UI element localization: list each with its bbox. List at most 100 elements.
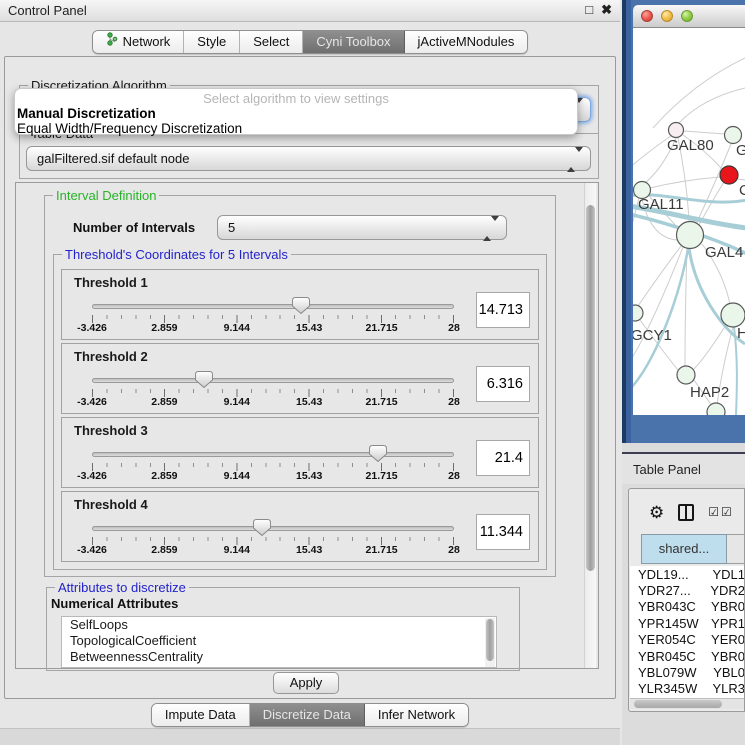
node-label: GAL11 <box>638 196 684 213</box>
table-row[interactable]: YDR27...YDR2 <box>630 582 745 598</box>
interval-definition-group: Interval Definition Number of Intervals … <box>44 195 556 577</box>
table-header: shared... na <box>641 534 745 564</box>
tab-network[interactable]: Network <box>93 31 185 53</box>
node-partial-bottom[interactable] <box>707 403 725 415</box>
attributes-group-title: Attributes to discretize <box>55 580 189 595</box>
network-canvas[interactable]: GAL80 GA C GAL11 GAL4 GCY1 H HAP2 <box>633 28 745 415</box>
threshold-2-panel: Threshold 2 -3.426 2.859 9.144 15.43 21.… <box>61 343 539 414</box>
top-tab-bar: Network Style Select Cyni Toolbox jActiv… <box>0 30 620 54</box>
network-window-titlebar[interactable] <box>633 5 745 28</box>
table-panel-title: Table Panel <box>633 462 701 477</box>
panel-title: Control Panel <box>8 3 87 18</box>
right-panel: GAL80 GA C GAL11 GAL4 GCY1 H HAP2 Table … <box>622 0 745 745</box>
tab-style[interactable]: Style <box>184 31 240 53</box>
control-panel: Control Panel □ ✖ Network Style Select <box>0 0 620 745</box>
node-selected-red[interactable] <box>720 166 738 184</box>
list-item[interactable]: SelfLoops <box>62 617 496 633</box>
numerical-attributes-list[interactable]: SelfLoops TopologicalCoefficient Between… <box>61 616 497 668</box>
threshold-2-slider[interactable]: -3.426 2.859 9.144 15.43 21.715 28 <box>92 378 454 410</box>
threshold-4-panel: Threshold 4 -3.426 2.859 9.144 15.43 21.… <box>61 491 539 562</box>
table-row[interactable]: YPR145WYPR1 <box>630 615 745 631</box>
interval-group-title: Interval Definition <box>53 188 159 203</box>
minimize-traffic-light-icon[interactable] <box>661 10 673 22</box>
bottom-tab-bar: Impute Data Discretize Data Infer Networ… <box>0 703 620 727</box>
tab-select[interactable]: Select <box>240 31 303 53</box>
table-row[interactable]: YLR345WYLR3 <box>630 681 745 697</box>
node-label: GA <box>736 142 745 159</box>
node-gal80[interactable] <box>669 123 684 138</box>
list-scrollbar-thumb[interactable] <box>486 619 494 661</box>
node-label: HAP2 <box>690 384 729 401</box>
thresholds-group: Threshold's Coordinates for 5 Intervals … <box>53 254 547 570</box>
table-data-combobox[interactable]: galFiltered.sif default node <box>26 146 591 171</box>
dropdown-option-equal-width[interactable]: Equal Width/Frequency Discretization <box>15 121 577 136</box>
tab-impute-data[interactable]: Impute Data <box>152 704 250 726</box>
node-label: GAL4 <box>705 244 743 261</box>
list-item[interactable]: TopologicalCoefficient <box>62 633 496 649</box>
threshold-4-slider[interactable]: -3.426 2.859 9.144 15.43 21.715 28 <box>92 526 454 558</box>
node-label: C <box>739 182 745 199</box>
num-intervals-label: Number of Intervals <box>73 220 195 235</box>
threshold-2-label: Threshold 2 <box>74 349 148 364</box>
slider-thumb[interactable] <box>195 371 213 388</box>
table-row[interactable]: YBR045CYBR0 <box>630 648 745 664</box>
select-columns-checkboxes-icon[interactable]: ☑☑ <box>708 505 734 519</box>
threshold-4-value-field[interactable]: 11.344 <box>476 514 530 550</box>
table-data-selected: galFiltered.sif default node <box>37 151 189 166</box>
tab-infer-network[interactable]: Infer Network <box>365 704 468 726</box>
apply-button[interactable]: Apply <box>273 672 339 694</box>
vertical-scrollbar[interactable] <box>584 183 596 668</box>
panel-footer <box>0 728 620 745</box>
num-intervals-value: 5 <box>228 220 235 235</box>
node-hap2[interactable] <box>677 366 695 384</box>
horizontal-scrollbar-thumb[interactable] <box>634 700 722 708</box>
tab-discretize-data[interactable]: Discretize Data <box>250 704 365 726</box>
close-traffic-light-icon[interactable] <box>641 10 653 22</box>
column-header-name[interactable]: na <box>727 534 745 564</box>
list-scrollbar[interactable] <box>485 618 495 668</box>
table-row[interactable]: YER054CYER0 <box>630 632 745 648</box>
close-window-icon[interactable]: ✖ <box>601 2 612 18</box>
table-panel-body: ⚙ ☑☑ shared... na YDL19...YDL1 YDR27...Y… <box>628 488 745 712</box>
vertical-scrollbar-thumb[interactable] <box>586 205 595 571</box>
table-row[interactable]: YBR043CYBR0 <box>630 599 745 615</box>
table-row[interactable]: YDL19...YDL1 <box>630 566 745 582</box>
float-window-icon[interactable]: □ <box>585 2 593 18</box>
node-gal4[interactable] <box>677 222 704 249</box>
network-icon <box>106 31 118 53</box>
list-item[interactable]: BetweennessCentrality <box>62 649 496 665</box>
numerical-attributes-label: Numerical Attributes <box>51 596 178 611</box>
tab-cyni-toolbox[interactable]: Cyni Toolbox <box>303 31 404 53</box>
num-intervals-combobox[interactable]: 5 <box>217 215 507 240</box>
column-header-shared-name[interactable]: shared... <box>641 534 727 564</box>
threshold-1-label: Threshold 1 <box>74 275 148 290</box>
network-view-window: GAL80 GA C GAL11 GAL4 GCY1 H HAP2 <box>622 0 745 443</box>
threshold-3-label: Threshold 3 <box>74 423 148 438</box>
threshold-1-slider[interactable]: -3.426 2.859 9.144 15.43 21.715 28 <box>92 304 454 336</box>
threshold-3-panel: Threshold 3 -3.426 2.859 9.144 15.43 21.… <box>61 417 539 488</box>
column-layout-icon[interactable] <box>678 504 694 521</box>
node-label: GCY1 <box>633 327 672 344</box>
gear-icon[interactable]: ⚙ <box>649 504 664 521</box>
table-row[interactable]: YBL079WYBL0 <box>630 664 745 680</box>
threshold-1-value-field[interactable]: 14.713 <box>476 292 530 328</box>
settings-scrollpane: Interval Definition Number of Intervals … <box>15 182 599 669</box>
slider-thumb[interactable] <box>292 297 310 314</box>
node-gcy1[interactable] <box>633 305 643 321</box>
algorithm-dropdown-popup: Select algorithm to view settings Manual… <box>14 88 578 135</box>
tab-jactivemnodules[interactable]: jActiveMNodules <box>405 31 528 53</box>
control-panel-titlebar: Control Panel □ ✖ <box>0 0 620 22</box>
slider-thumb[interactable] <box>369 445 387 462</box>
zoom-traffic-light-icon[interactable] <box>681 10 693 22</box>
dropdown-option-manual[interactable]: Manual Discretization <box>15 106 577 121</box>
threshold-3-value-field[interactable]: 21.4 <box>476 440 530 476</box>
dropdown-hint-item[interactable]: Select algorithm to view settings <box>15 89 577 106</box>
threshold-3-slider[interactable]: -3.426 2.859 9.144 15.43 21.715 28 <box>92 452 454 484</box>
threshold-2-value-field[interactable]: 6.316 <box>476 366 530 402</box>
node-h[interactable] <box>721 303 745 327</box>
threshold-4-label: Threshold 4 <box>74 497 148 512</box>
node-partial-top-right[interactable] <box>725 127 742 144</box>
cyni-toolbox-panel: Discretization Algorithm Select algorith… <box>4 56 616 699</box>
horizontal-scrollbar[interactable] <box>630 698 745 709</box>
slider-thumb[interactable] <box>253 519 271 536</box>
